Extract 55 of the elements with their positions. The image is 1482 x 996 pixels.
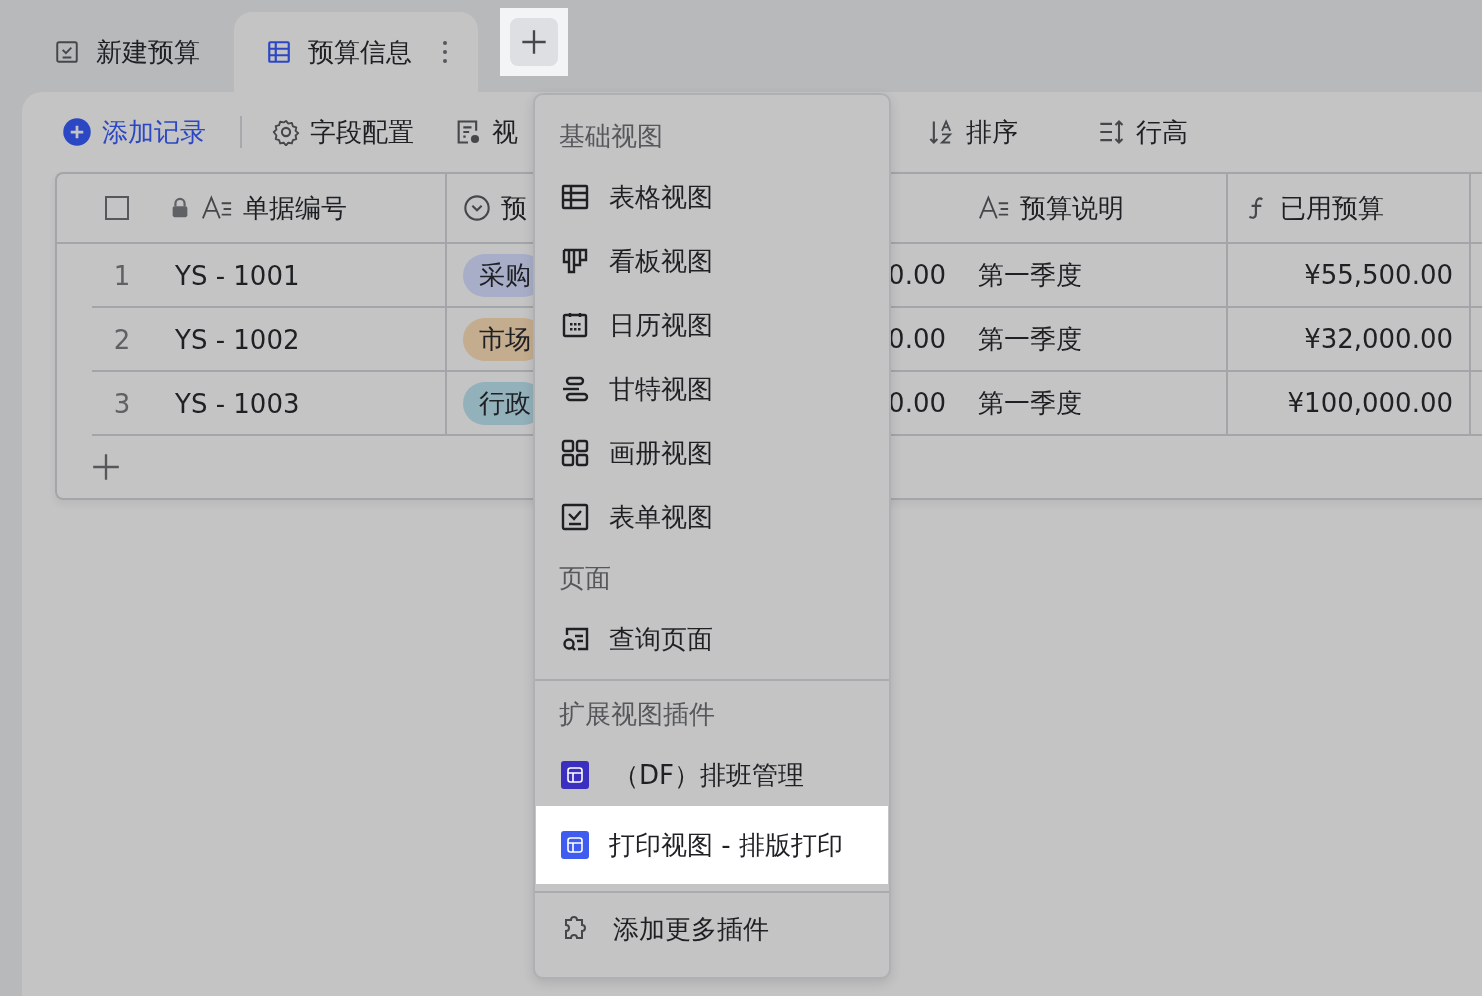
gantt-icon: [561, 375, 589, 403]
text-field-icon: [201, 195, 233, 221]
menu-item[interactable]: 打印视图 - 排版打印: [537, 807, 887, 883]
view-tab[interactable]: 预算信息: [234, 12, 478, 92]
menu-item[interactable]: 表格视图: [537, 165, 887, 229]
table-cell-text: 第一季度: [978, 386, 1082, 420]
row-number: 2: [112, 325, 132, 355]
kanban-icon: [561, 247, 589, 275]
table-cell: 0.00: [888, 260, 946, 290]
table-icon: [561, 183, 589, 211]
table-cell: YS - 1003: [175, 389, 300, 419]
menu-item[interactable]: 表单视图: [537, 485, 887, 549]
table-cell-text: 第一季度: [978, 258, 1082, 292]
settings-icon: [272, 118, 300, 146]
text-field-icon: [978, 195, 1010, 221]
table-cell: ¥100,000.00: [1287, 388, 1453, 418]
add-view-button[interactable]: [500, 8, 568, 76]
menu-item[interactable]: （DF）排班管理: [537, 743, 887, 807]
menu-heading: 扩展视图插件: [558, 697, 716, 731]
table-cell-text: 第一季度: [978, 322, 1082, 356]
add-row-icon[interactable]: [92, 453, 120, 481]
gallery-icon: [561, 439, 589, 467]
form-icon: [561, 503, 589, 531]
grid-icon: [266, 39, 292, 65]
row-height-button[interactable]: 行高: [1098, 114, 1188, 150]
table-cell: 0.00: [888, 324, 946, 354]
table-cell: ¥55,500.00: [1304, 260, 1453, 290]
plus-circle-icon: [62, 117, 92, 147]
form-icon: [54, 39, 80, 65]
table-cell: YS - 1001: [175, 261, 300, 291]
column-header: 已用预算: [1280, 191, 1384, 225]
table-cell: YS - 1002: [175, 325, 300, 355]
row-number: 3: [112, 389, 132, 419]
row-number: 1: [112, 261, 132, 291]
menu-item[interactable]: 添加更多插件: [537, 897, 887, 961]
menu-item[interactable]: 查询页面: [537, 607, 887, 671]
table-cell: 0.00: [888, 388, 946, 418]
column-header: 单据编号: [243, 191, 347, 225]
column-header: 预: [501, 191, 527, 225]
column-header: 预算说明: [1020, 191, 1124, 225]
query-icon: [561, 625, 589, 653]
select-all-checkbox[interactable]: [105, 196, 129, 220]
sort-button[interactable]: 排序: [928, 114, 1018, 150]
table-cell: ¥32,000.00: [1304, 324, 1453, 354]
calendar-icon: [561, 311, 589, 339]
dropdown-icon: [463, 194, 491, 222]
plus-icon: [510, 18, 558, 66]
more-icon[interactable]: [442, 40, 448, 64]
menu-heading: 页面: [558, 561, 612, 595]
view-tab[interactable]: 新建预算: [30, 12, 228, 92]
row-height-icon: [1098, 118, 1126, 146]
add-record-button[interactable]: 添加记录: [62, 114, 206, 150]
field-config-button[interactable]: 字段配置: [272, 114, 414, 150]
menu-heading: 基础视图: [558, 119, 664, 153]
view-config-button[interactable]: 视: [454, 114, 518, 150]
